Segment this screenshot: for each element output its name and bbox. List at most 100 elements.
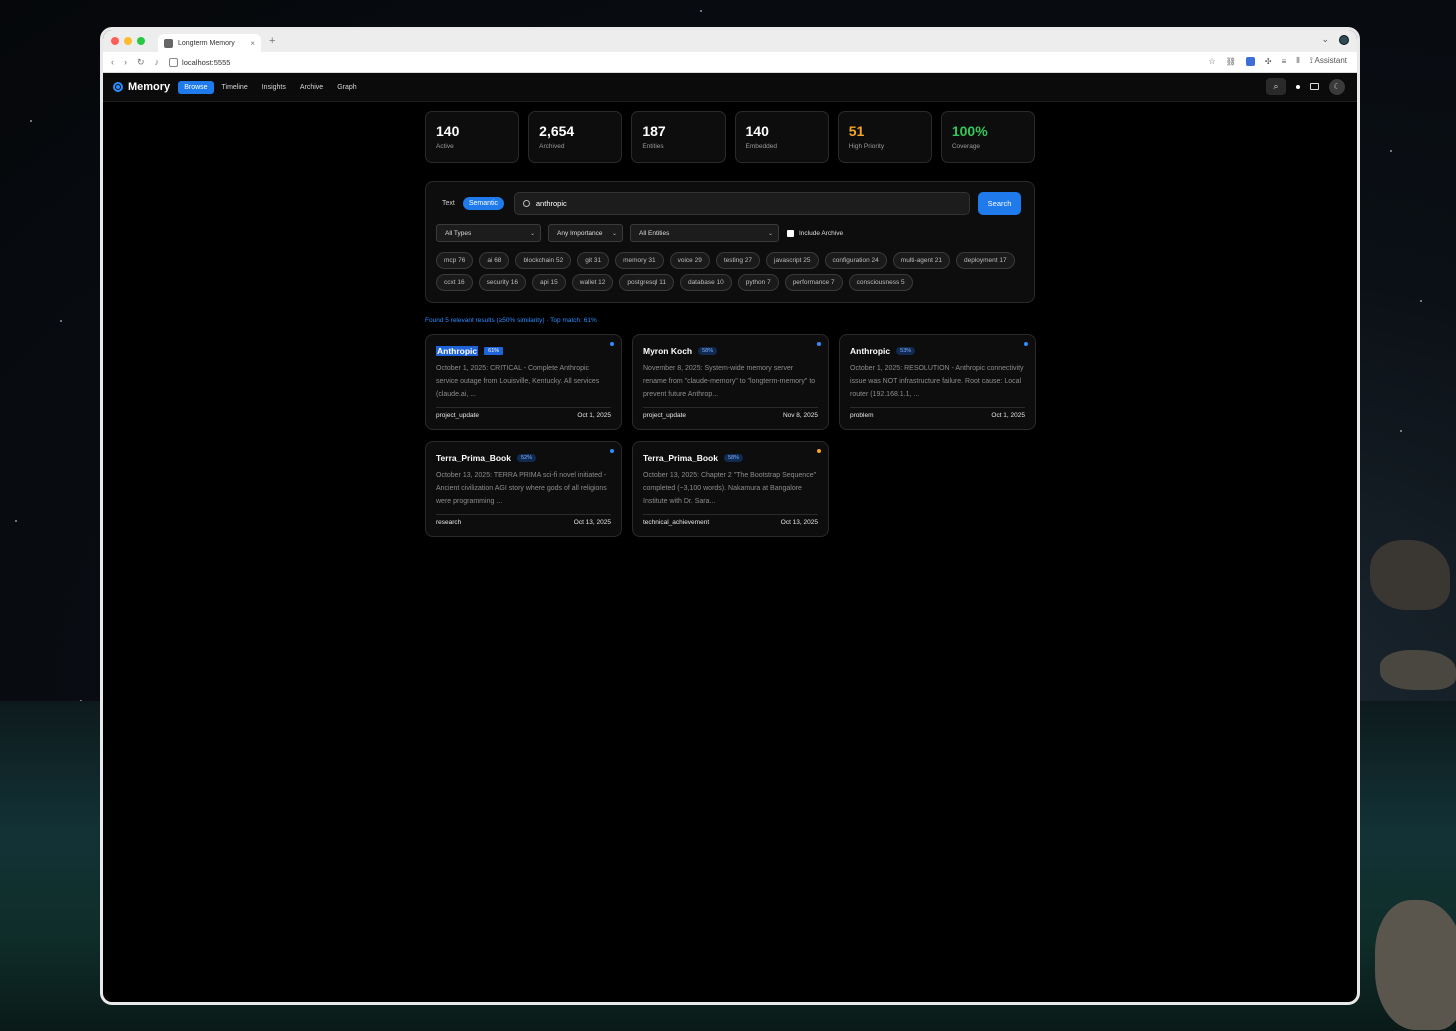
- minimize-window-button[interactable]: [124, 37, 132, 45]
- stat-label: Active: [436, 143, 454, 150]
- bookmark-star-icon[interactable]: ☆: [1209, 57, 1216, 66]
- back-arrow-icon[interactable]: ‹: [111, 57, 114, 67]
- result-date: Oct 13, 2025: [573, 519, 611, 526]
- tag-chip[interactable]: ai 68: [479, 252, 510, 269]
- tag-chip[interactable]: wallet 12: [571, 274, 614, 291]
- url-field[interactable]: localhost:5555: [169, 57, 230, 67]
- stats-row: 140 Active 2,654 Archived 187 Entities 1…: [425, 111, 1036, 163]
- tag-chip[interactable]: python 7: [737, 274, 779, 291]
- result-type: technical_achievement: [643, 519, 710, 526]
- tag-chip[interactable]: git 31: [577, 252, 610, 269]
- importance-filter-select[interactable]: Any Importance ⌄: [548, 224, 623, 242]
- app-navbar: Memory Browse Timeline Insights Archive …: [103, 73, 1357, 102]
- entity-filter-select[interactable]: All Entities ⌄: [630, 224, 779, 242]
- address-bar: ‹ › ↻ ♪ localhost:5555 ☆ ⛓ ✣ ≡ ⦀ ⟟ Assis…: [103, 52, 1357, 73]
- new-tab-button[interactable]: +: [269, 35, 275, 47]
- tag-chip[interactable]: performance 7: [784, 274, 843, 291]
- priority-dot: [610, 342, 614, 346]
- stat-card-active: 140 Active: [425, 111, 520, 163]
- tag-chip[interactable]: ccxt 16: [436, 274, 473, 291]
- similarity-badge: 58%: [698, 347, 718, 355]
- tag-chip[interactable]: javascript 25: [766, 252, 819, 269]
- tag-chip[interactable]: security 16: [478, 274, 527, 291]
- app-logo[interactable]: Memory: [113, 81, 170, 93]
- search-box: [514, 192, 971, 215]
- site-info-icon[interactable]: [169, 57, 179, 67]
- tag-chip[interactable]: consciousness 5: [848, 274, 913, 291]
- stat-value: 51: [848, 123, 865, 139]
- result-type: project_update: [436, 412, 480, 419]
- result-card[interactable]: Myron Koch 58% November 8, 2025: System-…: [632, 334, 829, 430]
- mode-text-toggle[interactable]: Text: [436, 197, 461, 210]
- close-window-button[interactable]: [111, 37, 119, 45]
- type-filter-value: All Types: [445, 229, 472, 237]
- tag-chip[interactable]: postgresql 11: [619, 274, 674, 291]
- profile-avatar[interactable]: [1339, 34, 1349, 45]
- browser-tab[interactable]: Longterm Memory ×: [158, 34, 261, 52]
- type-filter-select[interactable]: All Types ⌄: [436, 224, 541, 242]
- search-button[interactable]: Search: [978, 192, 1022, 215]
- extension-icon[interactable]: [1245, 56, 1255, 66]
- result-card[interactable]: Anthropic 53% October 1, 2025: RESOLUTIO…: [839, 334, 1036, 430]
- tag-chip[interactable]: mcp 76: [436, 252, 474, 269]
- result-text: October 13, 2025: Chapter 2 "The Bootstr…: [643, 472, 817, 505]
- nav-insights[interactable]: Insights: [256, 81, 292, 94]
- puzzle-icon[interactable]: ✣: [1265, 57, 1272, 66]
- menu-icon[interactable]: ≡: [1282, 57, 1287, 66]
- result-text: October 1, 2025: CRITICAL - Complete Ant…: [436, 365, 600, 398]
- forward-arrow-icon[interactable]: ›: [124, 57, 127, 67]
- results-grid: Anthropic 61% October 1, 2025: CRITICAL …: [425, 334, 1036, 537]
- search-icon-button[interactable]: ⌕: [1266, 78, 1286, 95]
- tag-chips: mcp 76 ai 68 blockchain 52 git 31 memory…: [436, 252, 1024, 291]
- similarity-badge: 52%: [516, 454, 536, 462]
- tag-chip[interactable]: testing 27: [715, 252, 761, 269]
- priority-dot: [1024, 342, 1028, 346]
- close-tab-icon[interactable]: ×: [250, 39, 255, 48]
- tab-title: Longterm Memory: [178, 39, 235, 47]
- result-card[interactable]: Terra_Prima_Book 58% October 13, 2025: C…: [632, 441, 829, 537]
- nav-archive[interactable]: Archive: [294, 81, 329, 94]
- checkbox-box[interactable]: [787, 229, 794, 237]
- monitor-icon[interactable]: [1310, 83, 1319, 90]
- reload-icon[interactable]: ↻: [137, 57, 145, 68]
- tag-chip[interactable]: memory 31: [615, 252, 664, 269]
- stat-card-entities: 187 Entities: [631, 111, 726, 163]
- search-panel: Text Semantic Search All Types ⌄ Any Imp…: [425, 181, 1035, 303]
- tag-chip[interactable]: multi-agent 21: [892, 252, 950, 269]
- tab-list-chevron-icon[interactable]: ⌄: [1321, 34, 1329, 45]
- result-date: Oct 1, 2025: [991, 412, 1025, 419]
- result-date: Oct 1, 2025: [577, 412, 611, 419]
- nav-browse[interactable]: Browse: [178, 80, 214, 94]
- result-card[interactable]: Terra_Prima_Book 52% October 13, 2025: T…: [425, 441, 622, 537]
- include-archive-checkbox[interactable]: Include Archive: [787, 229, 843, 237]
- link-icon[interactable]: ⛓: [1226, 57, 1236, 66]
- stat-value: 140: [745, 123, 769, 139]
- nav-graph[interactable]: Graph: [331, 81, 362, 94]
- tag-chip[interactable]: blockchain 52: [515, 252, 572, 269]
- search-input[interactable]: [535, 199, 962, 208]
- result-title: Anthropic: [850, 346, 891, 356]
- mode-semantic-toggle[interactable]: Semantic: [462, 197, 505, 210]
- zoom-window-button[interactable]: [137, 37, 145, 45]
- microphone-icon[interactable]: ♪: [155, 57, 160, 67]
- result-title: Terra_Prima_Book: [436, 453, 511, 463]
- tag-chip[interactable]: configuration 24: [824, 252, 887, 269]
- result-text: October 13, 2025: TERRA PRIMA sci-fi nov…: [436, 472, 607, 505]
- result-card[interactable]: Anthropic 61% October 1, 2025: CRITICAL …: [425, 334, 622, 430]
- tag-chip[interactable]: deployment 17: [955, 252, 1015, 269]
- tag-chip[interactable]: database 10: [679, 274, 732, 291]
- stat-card-archived: 2,654 Archived: [528, 111, 623, 163]
- result-title: Anthropic: [436, 346, 479, 356]
- nav-timeline[interactable]: Timeline: [216, 81, 254, 94]
- status-dot-icon: [1296, 84, 1300, 89]
- audio-icon[interactable]: ⦀: [1296, 56, 1300, 66]
- importance-filter-value: Any Importance: [557, 229, 603, 237]
- priority-dot: [817, 342, 821, 346]
- tag-chip[interactable]: voice 29: [669, 252, 710, 269]
- results-summary: Found 5 relevant results (≥50% similarit…: [425, 317, 597, 324]
- stat-label: Embedded: [745, 143, 777, 150]
- entity-filter-value: All Entities: [639, 229, 670, 237]
- assistant-button[interactable]: ⟟ Assistant: [1310, 56, 1347, 66]
- dark-mode-toggle-icon[interactable]: ☾: [1329, 78, 1345, 95]
- tag-chip[interactable]: api 15: [532, 274, 566, 291]
